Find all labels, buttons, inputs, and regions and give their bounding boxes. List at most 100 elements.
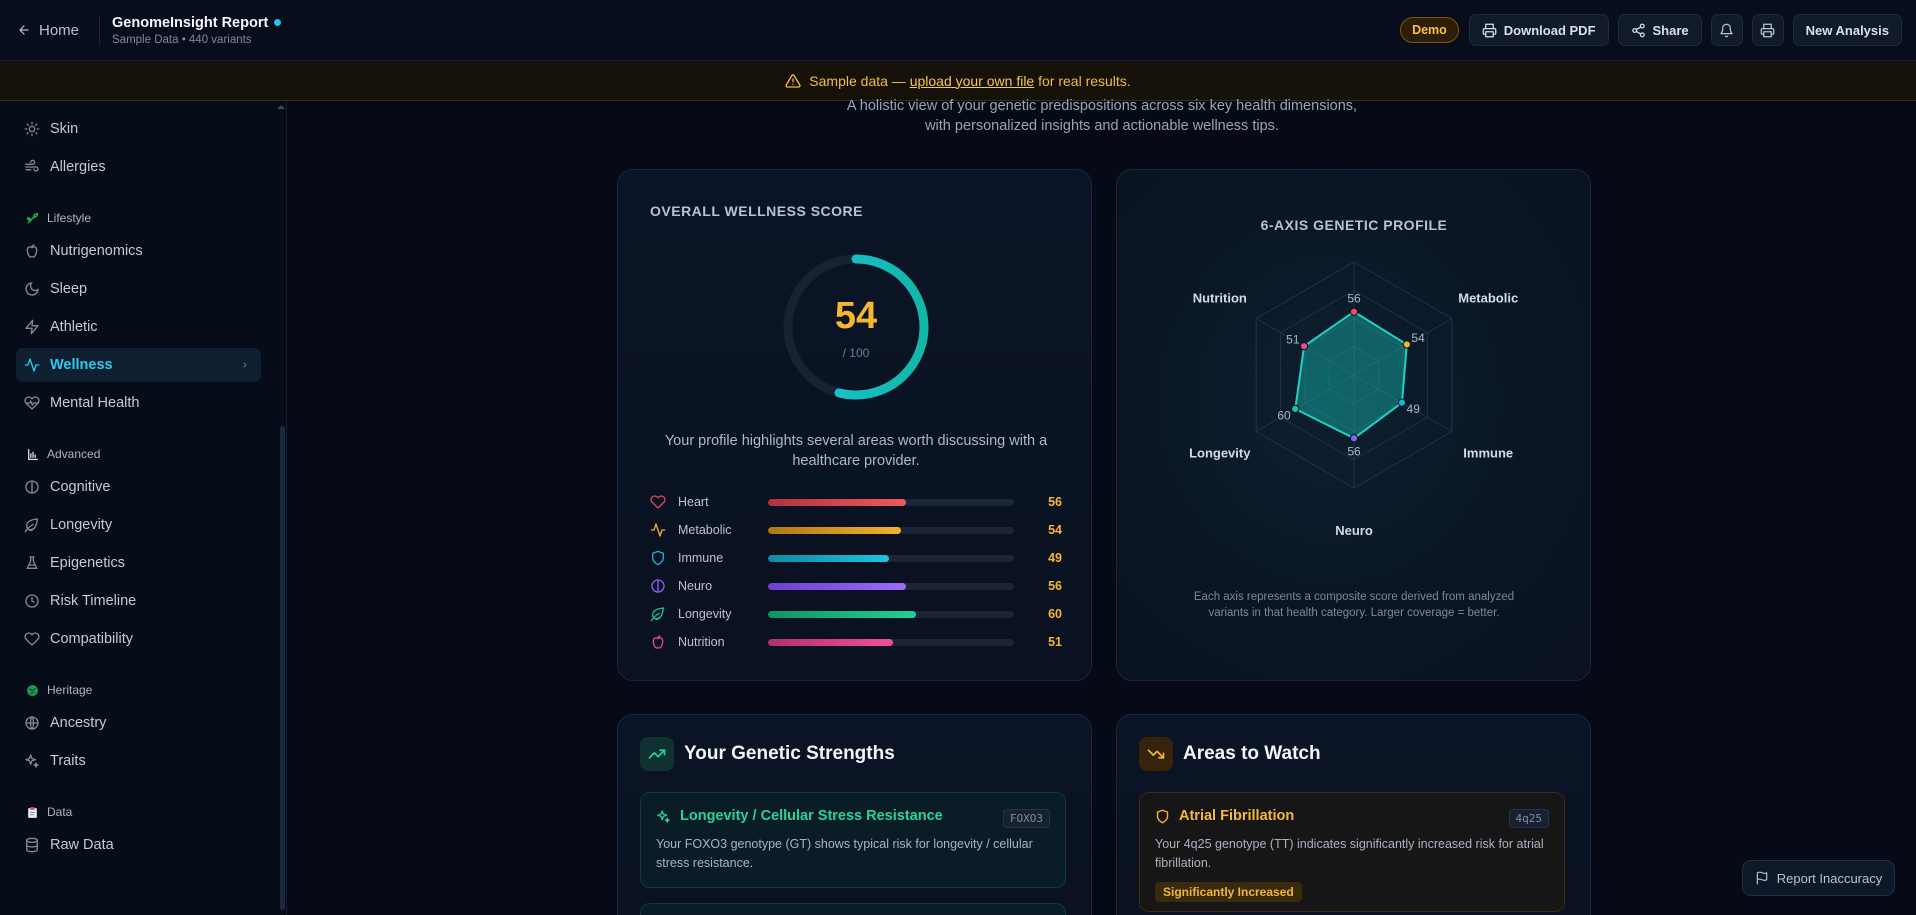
watch-item-text: Your 4q25 genotype (TT) indicates signif… (1155, 837, 1544, 870)
category-bar (768, 638, 1014, 646)
globe-icon (24, 715, 40, 731)
leaf-icon (24, 517, 40, 533)
sidebar-item-raw-data[interactable]: Raw Data (16, 828, 261, 862)
strength-item[interactable] (640, 903, 1066, 915)
apple-icon (24, 243, 40, 259)
report-subtitle: Sample Data • 440 variants (112, 33, 252, 46)
sidebar-item-label: Mental Health (50, 395, 140, 411)
category-bar (768, 582, 1014, 590)
sidebar-item-nutrigenomics[interactable]: Nutrigenomics (16, 234, 261, 268)
sidebar-scrollbar[interactable] (280, 426, 285, 910)
wellness-heading: OVERALL WELLNESS SCORE (650, 203, 863, 219)
watch-title: Areas to Watch (1183, 743, 1321, 764)
sidebar-item-allergies[interactable]: Allergies (16, 150, 261, 184)
strengths-header: Your Genetic Strengths (640, 737, 895, 771)
sidebar-item-label: Traits (50, 753, 86, 769)
category-bar (768, 554, 1014, 562)
sidebar-item-label: Wellness (50, 357, 113, 373)
lightning-icon (24, 319, 40, 335)
heart-pulse-icon (24, 395, 40, 411)
sidebar-item-longevity[interactable]: Longevity (16, 508, 261, 542)
score-ring: 54 / 100 (781, 252, 931, 402)
sidebar-item-risk-timeline[interactable]: Risk Timeline (16, 584, 261, 618)
category-bar-fill (768, 554, 889, 562)
banner-prefix: Sample data — (809, 72, 910, 89)
strength-item[interactable]: Longevity / Cellular Stress Resistance F… (640, 792, 1066, 888)
category-label: Immune (678, 551, 724, 565)
radar-axis-label: Longevity (1189, 446, 1251, 461)
sidebar-item-label: Skin (50, 121, 79, 137)
database-icon (24, 837, 40, 853)
report-inaccuracy-button[interactable]: Report Inaccuracy (1742, 860, 1895, 896)
watch-item-header: Atrial Fibrillation (1155, 808, 1294, 824)
wellness-score-card: OVERALL WELLNESS SCORE 54 / 100 Your pro… (617, 169, 1092, 681)
category-row-metabolic: Metabolic 54 (650, 521, 1062, 539)
category-value: 56 (1048, 579, 1062, 593)
genetic-profile-card: 6-AXIS GENETIC PROFILE 565449566051Heart… (1116, 169, 1591, 681)
sidebar-item-sleep[interactable]: Sleep (16, 272, 261, 306)
heart-icon (650, 494, 666, 510)
sidebar-item-compatibility[interactable]: Compatibility (16, 622, 261, 656)
share-button[interactable]: Share (1617, 14, 1702, 46)
watch-item[interactable]: Atrial Fibrillation 4q25 Your 4q25 genot… (1139, 792, 1565, 912)
page-intro: A holistic view of your genetic predispo… (288, 96, 1916, 136)
category-bar (768, 526, 1014, 534)
notifications-button[interactable] (1710, 14, 1743, 46)
scroll-up-arrow[interactable] (277, 104, 285, 110)
category-bar-fill (768, 582, 906, 590)
intro-line-1: A holistic view of your genetic predispo… (846, 98, 1358, 114)
gene-tag: FOXO3 (1002, 809, 1050, 828)
radar-axis-label: Nutrition (1193, 291, 1247, 306)
strength-item-text: Your FOXO3 genotype (GT) shows typical r… (656, 837, 1033, 870)
chevron-right-icon (241, 361, 249, 369)
report-title-block: GenomeInsight Report Sample Data • 440 v… (112, 14, 282, 46)
sidebar-item-mental-health[interactable]: Mental Health (16, 386, 261, 420)
shield-icon (1155, 809, 1170, 824)
wind-icon (24, 159, 40, 175)
sidebar-item-skin[interactable]: Skin (16, 112, 261, 146)
leaf-icon (650, 606, 666, 622)
upload-file-link[interactable]: upload your own file (910, 73, 1035, 89)
radar-point (1299, 342, 1309, 351)
category-value: 54 (1048, 523, 1062, 537)
watch-item-title: Atrial Fibrillation (1179, 808, 1295, 824)
print-button[interactable] (1751, 14, 1784, 46)
sidebar-item-label: Cognitive (50, 479, 111, 495)
demo-badge: Demo (1400, 17, 1459, 43)
flask-icon (26, 448, 39, 461)
sidebar-item-label: Risk Timeline (50, 593, 137, 609)
sprout-icon (26, 212, 39, 225)
strength-item-header: Longevity / Cellular Stress Resistance (656, 808, 943, 824)
download-pdf-label: Download PDF (1503, 22, 1596, 38)
banner-suffix: for real results. (1034, 72, 1131, 89)
category-bar (768, 498, 1014, 506)
report-title: GenomeInsight Report (112, 14, 269, 31)
sidebar-item-label: Ancestry (50, 715, 107, 731)
download-pdf-button[interactable]: Download PDF (1468, 14, 1609, 46)
sparkles-icon (656, 809, 671, 824)
heart-icon (24, 631, 40, 647)
new-analysis-button[interactable]: New Analysis (1792, 14, 1902, 46)
new-analysis-label: New Analysis (1805, 22, 1889, 38)
sidebar-item-athletic[interactable]: Athletic (16, 310, 261, 344)
radar-point (1349, 434, 1359, 443)
strength-item-title: Longevity / Cellular Stress Resistance (680, 808, 943, 824)
sidebar-item-label: Epigenetics (50, 555, 125, 571)
sidebar-item-cognitive[interactable]: Cognitive (16, 470, 261, 504)
home-link[interactable]: Home (17, 22, 79, 39)
globe-icon (26, 684, 39, 697)
sidebar-item-label: Raw Data (50, 837, 114, 853)
sidebar-item-label: Allergies (50, 159, 106, 175)
category-bar-fill (768, 498, 906, 506)
wellness-score-value: 54 (834, 295, 878, 337)
sidebar-item-traits[interactable]: Traits (16, 744, 261, 778)
trending-down-icon (1139, 737, 1173, 771)
sidebar-item-epigenetics[interactable]: Epigenetics (16, 546, 261, 580)
radar-data-area (1294, 310, 1408, 440)
sidebar-item-ancestry[interactable]: Ancestry (16, 706, 261, 740)
areas-to-watch-card: Areas to Watch Atrial Fibrillation 4q25 … (1116, 714, 1591, 915)
category-label: Neuro (678, 579, 713, 593)
radar-value-label: 54 (1411, 331, 1425, 345)
category-label: Heart (678, 495, 709, 509)
sidebar-item-wellness[interactable]: Wellness (16, 348, 261, 382)
